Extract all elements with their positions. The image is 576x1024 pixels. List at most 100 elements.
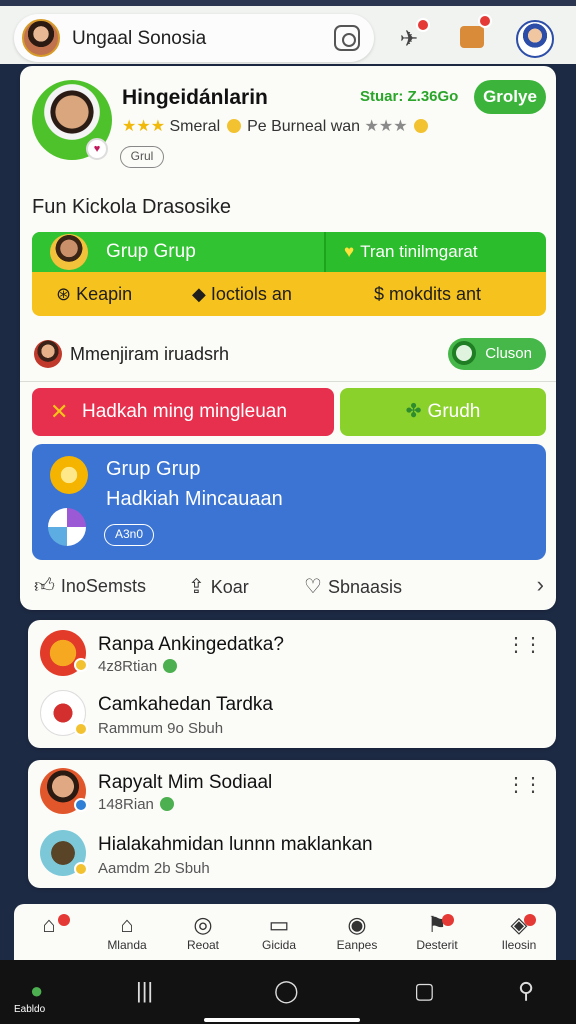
list-item-sub: Rammum 9o Sbuh xyxy=(98,720,224,737)
section-title: Fun Kickola Drasosike xyxy=(32,196,231,218)
group-bar: Grup Grup ♥ Tran tinilmgarat xyxy=(32,232,546,272)
account-chip[interactable]: Ungaal Sonosia xyxy=(14,14,374,62)
group-button-label: Grudh xyxy=(427,401,481,422)
list-sub: 148Rian xyxy=(98,796,174,813)
favorite-action[interactable]: ♡ Sbnaasis xyxy=(304,574,402,599)
list-item-title: Hialakahmidan lunnn maklankan xyxy=(98,834,373,855)
action-bar: 👍︎ InoSemsts ⇪ Koar ♡ Sbnaasis › xyxy=(32,572,546,600)
tag-icon: ◈ xyxy=(510,912,528,937)
profile-name: Hingeidánlarin xyxy=(122,86,268,109)
tag-icon: ⊛ xyxy=(56,284,77,304)
stars-icon: ★★★ xyxy=(122,118,166,135)
home-icon: ⌂ xyxy=(42,912,56,937)
join-button[interactable]: Grolye xyxy=(474,80,546,114)
bell-icon: ⚑ xyxy=(427,912,447,937)
coin-icon xyxy=(226,119,241,133)
back-square-icon[interactable]: ▢ xyxy=(414,978,435,1004)
top-bar: Ungaal Sonosia ✈ xyxy=(0,0,576,64)
rating-label: Smeral xyxy=(169,118,221,135)
group-tab[interactable]: Grup Grup xyxy=(32,232,326,272)
home-circle-icon[interactable]: ◯ xyxy=(274,978,299,1004)
bag-icon[interactable] xyxy=(456,14,492,52)
dollar-icon: $ xyxy=(374,284,390,304)
nav-item[interactable]: ◉ Eanpes xyxy=(322,912,392,952)
featured-title: Grup Grup xyxy=(106,458,201,480)
divider xyxy=(20,381,556,382)
transfer-tab[interactable]: ♥ Tran tinilmgarat xyxy=(344,242,478,262)
app-title: Ungaal Sonosia xyxy=(72,28,207,49)
thumbs-up-icon: 👍︎ xyxy=(34,575,55,597)
search-button[interactable]: Cluson xyxy=(448,338,546,370)
category-item[interactable]: ◆ Ioctiols an xyxy=(192,284,292,305)
leaf-icon: ◆ xyxy=(192,284,211,304)
nav-item[interactable]: ▭ Gicida xyxy=(244,912,314,952)
list-sub: 4z8Rtian xyxy=(98,658,178,675)
app-icon[interactable]: ● xyxy=(30,978,43,1004)
group-button[interactable]: ✤ Grudh xyxy=(340,388,546,436)
group-label: Grup Grup xyxy=(106,241,196,262)
coin-icon xyxy=(74,722,88,736)
system-bar: ● Eabldo ||| ◯ ▢ ⚲ xyxy=(0,960,576,1024)
nav-item[interactable]: ⌂ Mlanda xyxy=(92,912,162,952)
nav-item[interactable]: ⚑ Desterit xyxy=(402,912,472,952)
search-icon xyxy=(452,341,476,365)
app-label: Eabldo xyxy=(14,1004,46,1015)
notification-badge xyxy=(524,914,536,926)
featured-card[interactable]: Grup Grup Hadkiah Mincauaan A3n0 xyxy=(32,444,546,560)
coin-icon xyxy=(413,119,428,133)
house-icon: ⌂ xyxy=(120,912,134,937)
recent-apps-icon[interactable]: ||| xyxy=(136,978,153,1004)
target-icon: ◉ xyxy=(347,912,367,937)
nav-home[interactable]: ⌂ xyxy=(14,912,84,938)
nav-item[interactable]: ◎ Reoat xyxy=(168,912,238,952)
message-avatar xyxy=(34,340,62,368)
more-icon[interactable]: ⋮⋮ xyxy=(506,772,543,797)
folder-icon: ▭ xyxy=(268,912,290,937)
list-card[interactable]: Rapyalt Mim Sodiaal 148Rian ⋮⋮ Hialakahm… xyxy=(28,760,556,888)
profile-icon[interactable] xyxy=(516,20,554,58)
notification-badge xyxy=(442,914,454,926)
nav-item[interactable]: ◈ Ileosin xyxy=(484,912,554,952)
rating-line: ★★★ Smeral Pe Burneal wan ★★★ xyxy=(122,116,430,136)
list-title: Ranpa Ankingedatka? xyxy=(98,634,284,655)
promo-button[interactable]: ✕ Hadkah ming mingleuan xyxy=(32,388,334,436)
coin-icon xyxy=(74,658,88,672)
chevron-right-icon[interactable]: › xyxy=(537,572,544,598)
bottom-nav: ⌂ ⌂ Mlanda ◎ Reoat ▭ Gicida ◉ Eanpes ⚑ Dester… xyxy=(14,904,556,960)
share-icon: ⇪ xyxy=(188,576,205,598)
clover-icon: ✤ xyxy=(405,401,422,422)
more-icon[interactable]: ⋮⋮ xyxy=(506,632,543,657)
list-item-sub: Aamdm 2b Sbuh xyxy=(98,860,210,877)
category-item[interactable]: $ mokdits ant xyxy=(374,284,481,305)
notification-badge xyxy=(478,14,492,28)
share-action[interactable]: ⇪ Koar xyxy=(188,574,249,599)
like-action[interactable]: 👍︎ InoSemsts xyxy=(34,574,146,598)
list-title: Rapyalt Mim Sodiaal xyxy=(98,772,273,793)
edit-pill[interactable]: Grul xyxy=(120,146,164,168)
heart-icon: ♥ xyxy=(344,242,355,261)
ball-icon xyxy=(48,508,86,546)
home-indicator[interactable] xyxy=(204,1018,360,1022)
verified-icon xyxy=(159,797,174,811)
verified-icon xyxy=(163,659,178,673)
close-x-icon: ✕ xyxy=(50,399,69,424)
person-icon[interactable]: ⚲ xyxy=(518,978,534,1004)
coin-icon xyxy=(74,862,88,876)
user-avatar[interactable] xyxy=(22,19,60,57)
rating-label-2: Pe Burneal wan xyxy=(247,118,361,135)
profile-card: ♥ Hingeidánlarin Stuar: Z.36Go Grolye ★★… xyxy=(20,66,556,610)
category-item[interactable]: ⊛ Keapin xyxy=(56,284,132,305)
group-avatar xyxy=(50,234,88,270)
search-label: Cluson xyxy=(485,345,532,362)
stars-icon: ★★★ xyxy=(364,118,408,135)
sun-icon xyxy=(50,456,88,494)
featured-pill[interactable]: A3n0 xyxy=(104,524,154,546)
heart-outline-icon: ♡ xyxy=(304,576,322,598)
refresh-square-icon[interactable] xyxy=(334,25,360,51)
profile-stats: Stuar: Z.36Go xyxy=(360,88,459,105)
pin-icon[interactable]: ✈ xyxy=(392,18,430,56)
list-item-title: Camkahedan Tardka xyxy=(98,694,273,715)
list-card[interactable]: Ranpa Ankingedatka? 4z8Rtian ⋮⋮ Camkahed… xyxy=(28,620,556,748)
verified-icon xyxy=(74,798,88,812)
message-row: Mmenjiram iruadsrh Cluson xyxy=(32,338,546,372)
